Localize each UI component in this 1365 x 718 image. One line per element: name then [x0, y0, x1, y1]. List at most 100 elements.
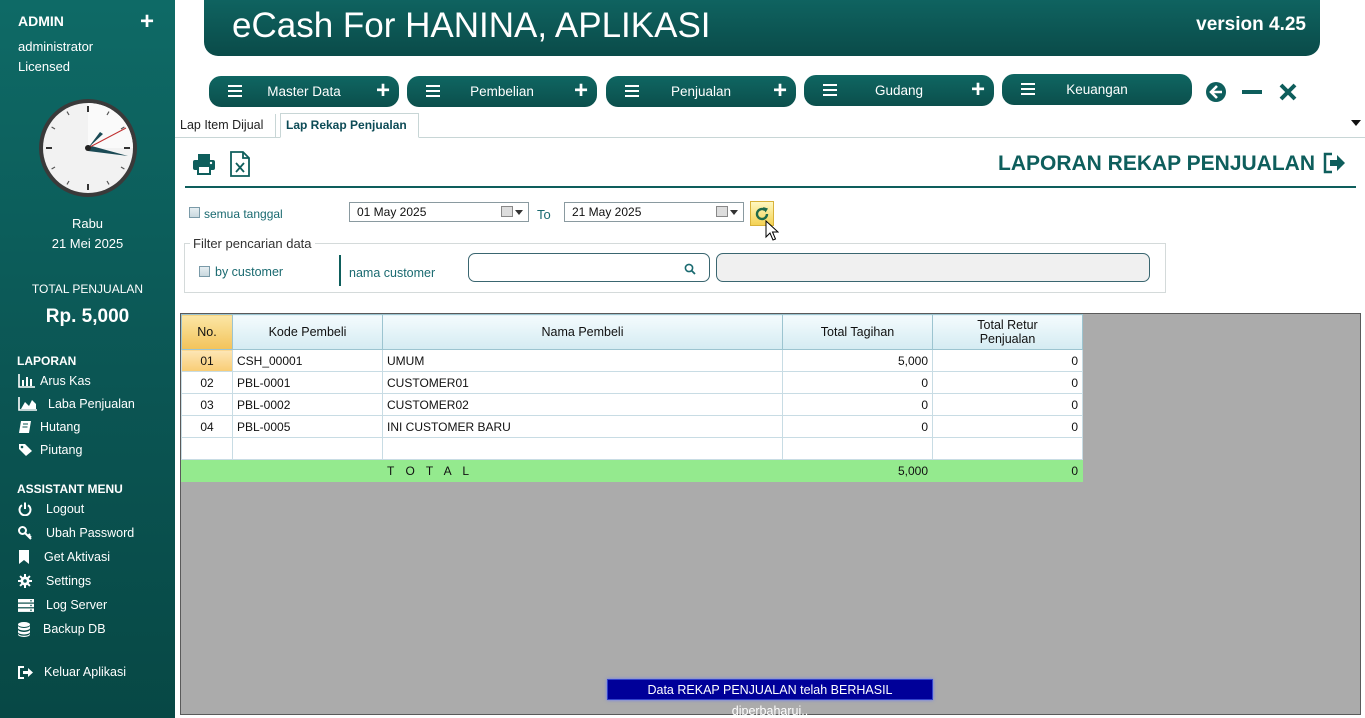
table-row-empty[interactable]: [181, 437, 1083, 460]
minimize-icon[interactable]: [1240, 80, 1264, 104]
total-sales-value: Rp. 5,000: [45, 306, 130, 327]
menu-keuangan[interactable]: Keuangan: [1002, 74, 1192, 105]
menu-master-data[interactable]: Master Data +: [209, 76, 399, 107]
user-name: administrator: [18, 39, 94, 54]
excel-export-icon[interactable]: [226, 150, 254, 178]
customer-search-input[interactable]: [468, 253, 710, 282]
tags-icon: [18, 443, 40, 457]
sidebar-item-label: Laba Penjualan: [48, 397, 135, 411]
sign-out-icon[interactable]: [1323, 152, 1349, 174]
report-grid: No. Kode Pembeli Nama Pembeli Total Tagi…: [180, 313, 1361, 715]
sidebar-item-label: Hutang: [40, 420, 81, 434]
sidebar-plus-button[interactable]: +: [140, 10, 154, 34]
sidebar-item-log-server[interactable]: Log Server: [18, 595, 107, 615]
sidebar: ADMIN + administrator Licensed Rabu 21 M…: [0, 0, 175, 718]
app-header: eCash For HANINA, APLIKASI version 4.25: [204, 0, 1320, 56]
report-table: No. Kode Pembeli Nama Pembeli Total Tagi…: [181, 314, 1083, 482]
customer-name-field[interactable]: [716, 253, 1150, 282]
menu-pembelian[interactable]: Pembelian +: [407, 76, 597, 107]
by-customer-checkbox[interactable]: [199, 266, 210, 277]
menu-label: Keuangan: [1066, 82, 1128, 97]
column-header-nama-pembeli[interactable]: Nama Pembeli: [382, 314, 783, 350]
all-dates-label: semua tanggal: [204, 207, 283, 221]
sidebar-item-label: Backup DB: [43, 622, 106, 636]
sidebar-item-arus-kas[interactable]: Arus Kas: [18, 371, 91, 391]
cell-tagihan: 5,000: [782, 349, 933, 372]
key-icon: [18, 526, 46, 540]
column-header-kode-pembeli[interactable]: Kode Pembeli: [232, 314, 383, 350]
back-arrow-icon[interactable]: [1204, 80, 1228, 104]
date-from-value: 01 May 2025: [357, 205, 427, 219]
sidebar-item-backup-db[interactable]: Backup DB: [18, 619, 106, 639]
date-to-picker[interactable]: 21 May 2025: [564, 202, 744, 222]
sign-out-icon: [18, 665, 44, 679]
cell-retur: 0: [932, 349, 1083, 372]
sidebar-item-label: Settings: [46, 574, 92, 588]
customer-name-label: nama customer: [349, 266, 436, 280]
cell-kode: PBL-0005: [232, 415, 383, 438]
menu-plus-icon[interactable]: +: [574, 78, 588, 104]
menu-plus-icon[interactable]: +: [971, 77, 985, 103]
sidebar-item-label: Arus Kas: [40, 374, 91, 388]
database-icon: [18, 621, 43, 637]
menu-plus-icon[interactable]: +: [773, 78, 787, 104]
table-row[interactable]: 02 PBL-0001 CUSTOMER01 0 0: [181, 371, 1083, 394]
cell-empty: [782, 437, 933, 460]
sidebar-item-label: Keluar Aplikasi: [44, 665, 126, 679]
date-from-picker[interactable]: 01 May 2025: [349, 202, 529, 222]
book-icon: [18, 420, 40, 434]
cell-no: 01: [181, 349, 233, 372]
column-header-total-retur[interactable]: Total Retur Penjualan: [932, 314, 1083, 350]
table-row[interactable]: 01 CSH_00001 UMUM 5,000 0: [181, 349, 1083, 372]
cell-empty: [382, 437, 783, 460]
close-icon[interactable]: [1276, 80, 1300, 104]
sidebar-item-label: Ubah Password: [46, 526, 135, 540]
menu-penjualan[interactable]: Penjualan +: [606, 76, 796, 107]
bookmark-icon: [18, 550, 44, 564]
sidebar-item-logout[interactable]: Logout: [18, 499, 84, 519]
status-message: Data REKAP PENJUALAN telah BERHASIL dipe…: [607, 679, 933, 718]
menu-plus-icon[interactable]: +: [376, 78, 390, 104]
table-total-row: T O T A L 5,000 0: [181, 459, 1083, 482]
table-row[interactable]: 03 PBL-0002 CUSTOMER02 0 0: [181, 393, 1083, 416]
cell-tagihan: 0: [782, 415, 933, 438]
sidebar-item-settings[interactable]: Settings: [18, 571, 91, 591]
search-icon[interactable]: [684, 262, 696, 280]
report-title: LAPORAN REKAP PENJUALAN: [998, 152, 1315, 175]
menu-gudang[interactable]: Gudang +: [804, 75, 994, 106]
tab-lap-rekap-penjualan[interactable]: Lap Rekap Penjualan: [280, 113, 419, 138]
app-version: version 4.25: [1196, 14, 1306, 35]
gear-icon: [18, 574, 46, 588]
server-icon: [18, 598, 46, 612]
all-dates-checkbox[interactable]: [189, 207, 200, 218]
date-to-value: 21 May 2025: [572, 205, 642, 219]
cell-tagihan: 0: [782, 371, 933, 394]
menu-label: Gudang: [874, 83, 924, 98]
cell-nama: CUSTOMER01: [382, 371, 783, 394]
tab-lap-item-dijual[interactable]: Lap Item Dijual: [175, 114, 276, 138]
sidebar-item-ubah-password[interactable]: Ubah Password: [18, 523, 134, 543]
tab-dropdown-icon[interactable]: [1351, 120, 1361, 126]
cell-kode: CSH_00001: [232, 349, 383, 372]
cell-empty: [232, 459, 383, 482]
bar-chart-icon: [18, 374, 40, 388]
hamburger-icon: [228, 85, 242, 97]
tab-bar: Lap Item Dijual Lap Rekap Penjualan: [175, 112, 1365, 138]
menu-label: Master Data: [267, 84, 341, 99]
table-row[interactable]: 04 PBL-0005 INI CUSTOMER BARU 0 0: [181, 415, 1083, 438]
column-header-total-tagihan[interactable]: Total Tagihan: [782, 314, 933, 350]
total-sales-label: TOTAL PENJUALAN: [31, 282, 144, 296]
filter-separator: [339, 255, 341, 286]
print-icon[interactable]: [190, 150, 218, 178]
sidebar-item-get-aktivasi[interactable]: Get Aktivasi: [18, 547, 110, 567]
sidebar-item-hutang[interactable]: Hutang: [18, 417, 80, 437]
filter-group-title: Filter pencarian data: [190, 236, 315, 251]
sidebar-item-piutang[interactable]: Piutang: [18, 440, 82, 460]
column-header-no[interactable]: No.: [181, 314, 233, 350]
sidebar-item-laba-penjualan[interactable]: Laba Penjualan: [18, 394, 135, 414]
chevron-down-icon: [515, 210, 523, 215]
sidebar-item-keluar-aplikasi[interactable]: Keluar Aplikasi: [18, 662, 126, 682]
cell-nama: CUSTOMER02: [382, 393, 783, 416]
cell-retur: 0: [932, 371, 1083, 394]
cell-tagihan: 0: [782, 393, 933, 416]
